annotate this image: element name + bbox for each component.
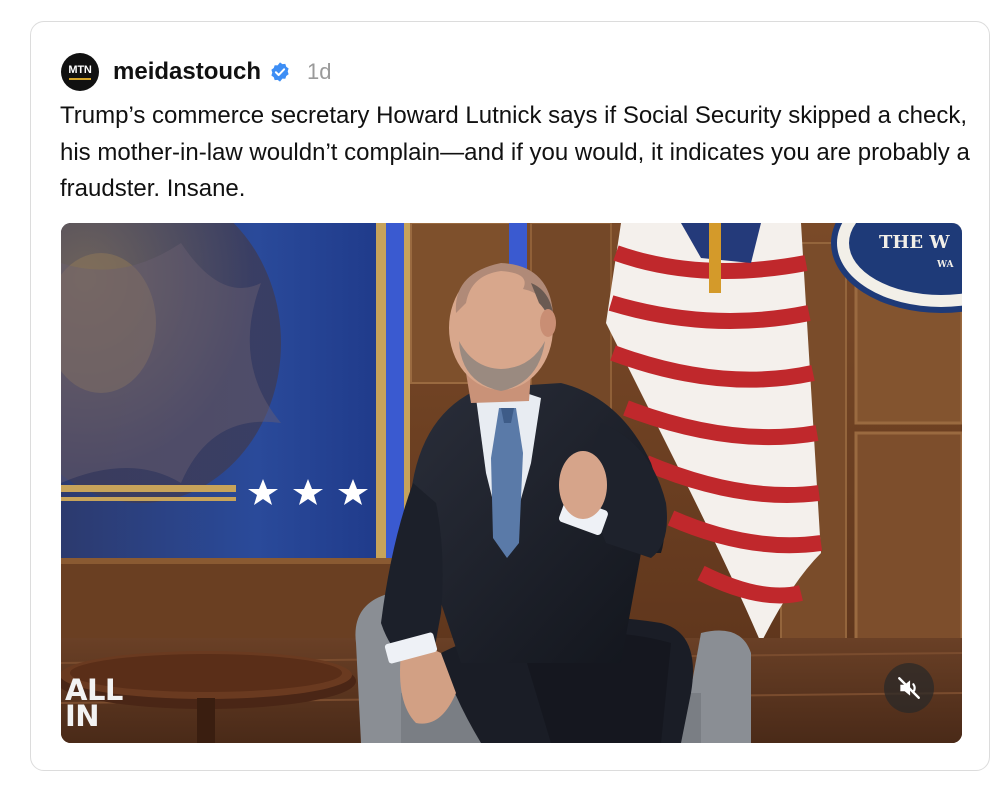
video-frame: THE W WA [61,223,962,743]
verified-badge-icon [271,62,289,82]
post-caption: Trump’s commerce secretary Howard Lutnic… [60,102,970,202]
avatar[interactable]: MTN [61,53,99,91]
avatar-text: MTN [68,63,92,76]
channel-watermark: ALL IN [65,673,123,733]
speaker-muted-icon [898,677,920,699]
post-time: 1d [307,59,332,84]
seal-subtext: WA [936,260,955,270]
video-player[interactable]: THE W WA ALL IN [61,223,962,743]
post-header: MTN meidastouch 1d [61,52,332,92]
seal-text: THE W [879,232,950,253]
mute-button[interactable] [884,663,934,713]
username[interactable]: meidastouch [113,58,261,86]
post-card: MTN meidastouch 1d Trump’s commerce secr… [30,21,990,771]
